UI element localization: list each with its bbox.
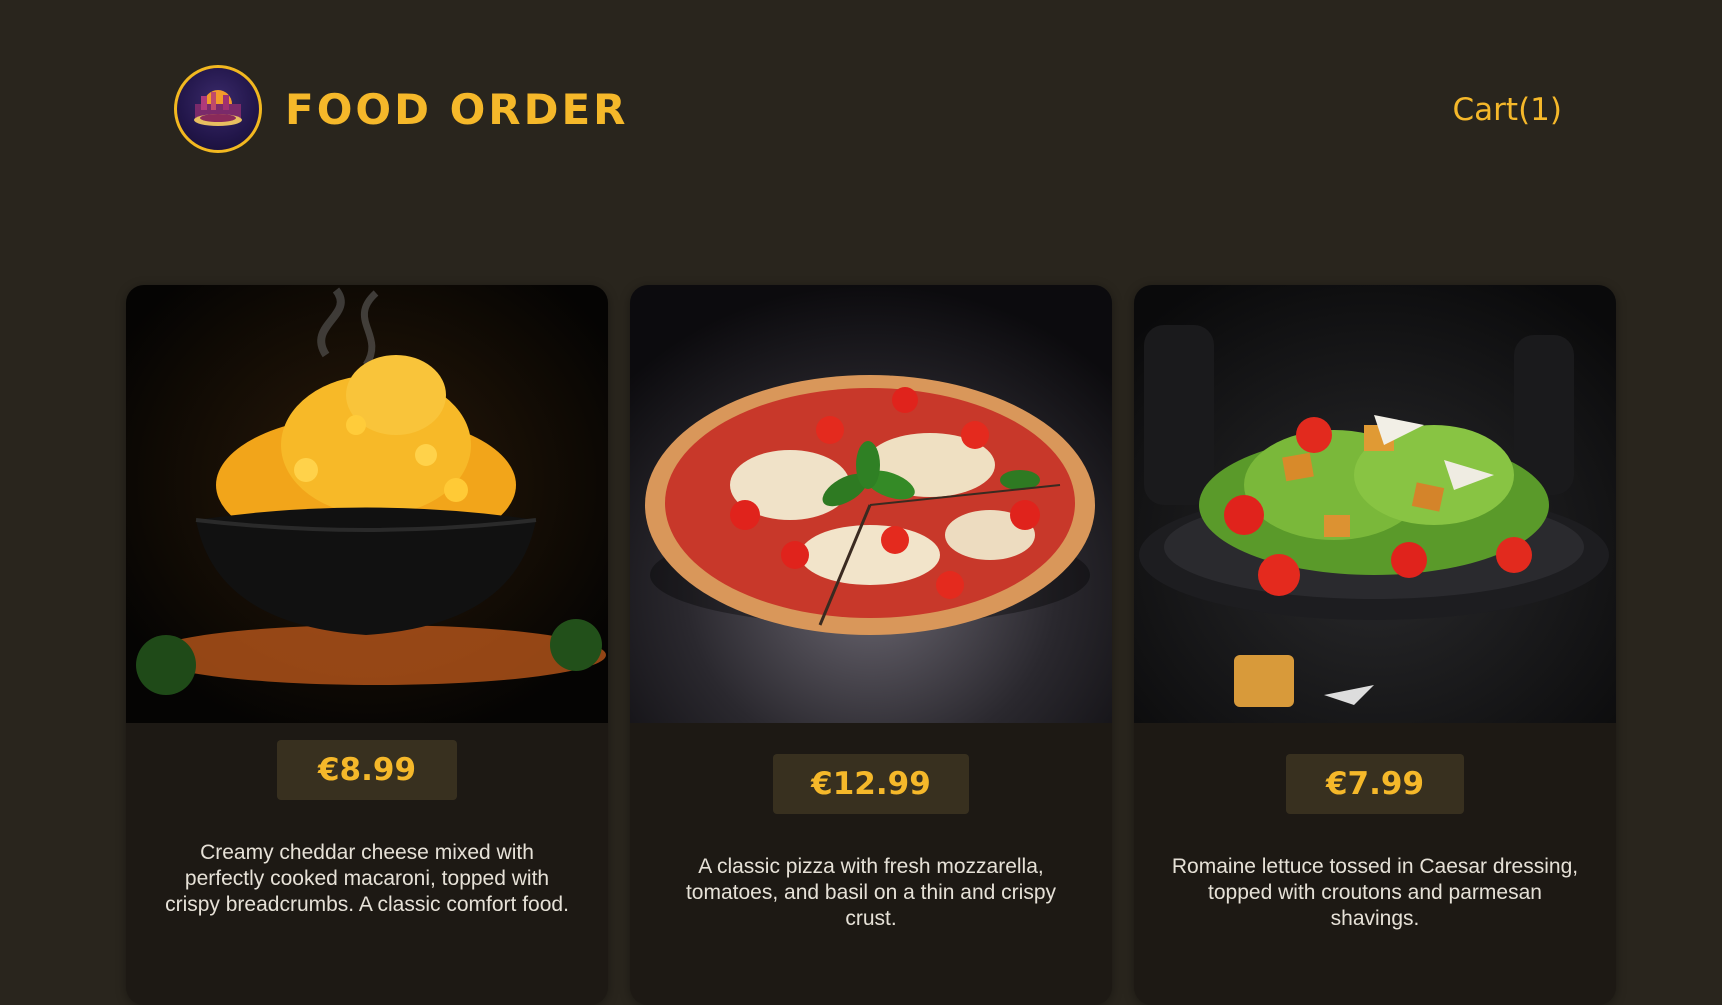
caesar-salad-image [1134, 285, 1616, 723]
price-badge: €7.99 [1286, 754, 1464, 814]
price-badge: €8.99 [277, 740, 457, 800]
meal-card: €7.99 Romaine lettuce tossed in Caesar d… [1134, 285, 1616, 1005]
main-header: FOOD ORDER Cart(1) [0, 0, 1722, 220]
meal-description: Creamy cheddar cheese mixed with perfect… [165, 841, 569, 916]
meal-card: €12.99 A classic pizza with fresh mozzar… [630, 285, 1112, 1005]
cart-button[interactable]: Cart(1) [1453, 90, 1562, 130]
price-badge: €12.99 [773, 754, 969, 814]
meal-description: A classic pizza with fresh mozzarella, t… [685, 855, 1057, 930]
meals-list: €8.99 Creamy cheddar cheese mixed with p… [126, 285, 1618, 1005]
meal-card: €8.99 Creamy cheddar cheese mixed with p… [126, 285, 608, 1005]
pizza-image [630, 285, 1112, 723]
restaurant-logo-icon [174, 65, 262, 153]
meal-description: Romaine lettuce tossed in Caesar dressin… [1171, 855, 1579, 930]
mac-and-cheese-image [126, 285, 608, 723]
brand-title: FOOD ORDER [285, 85, 629, 134]
